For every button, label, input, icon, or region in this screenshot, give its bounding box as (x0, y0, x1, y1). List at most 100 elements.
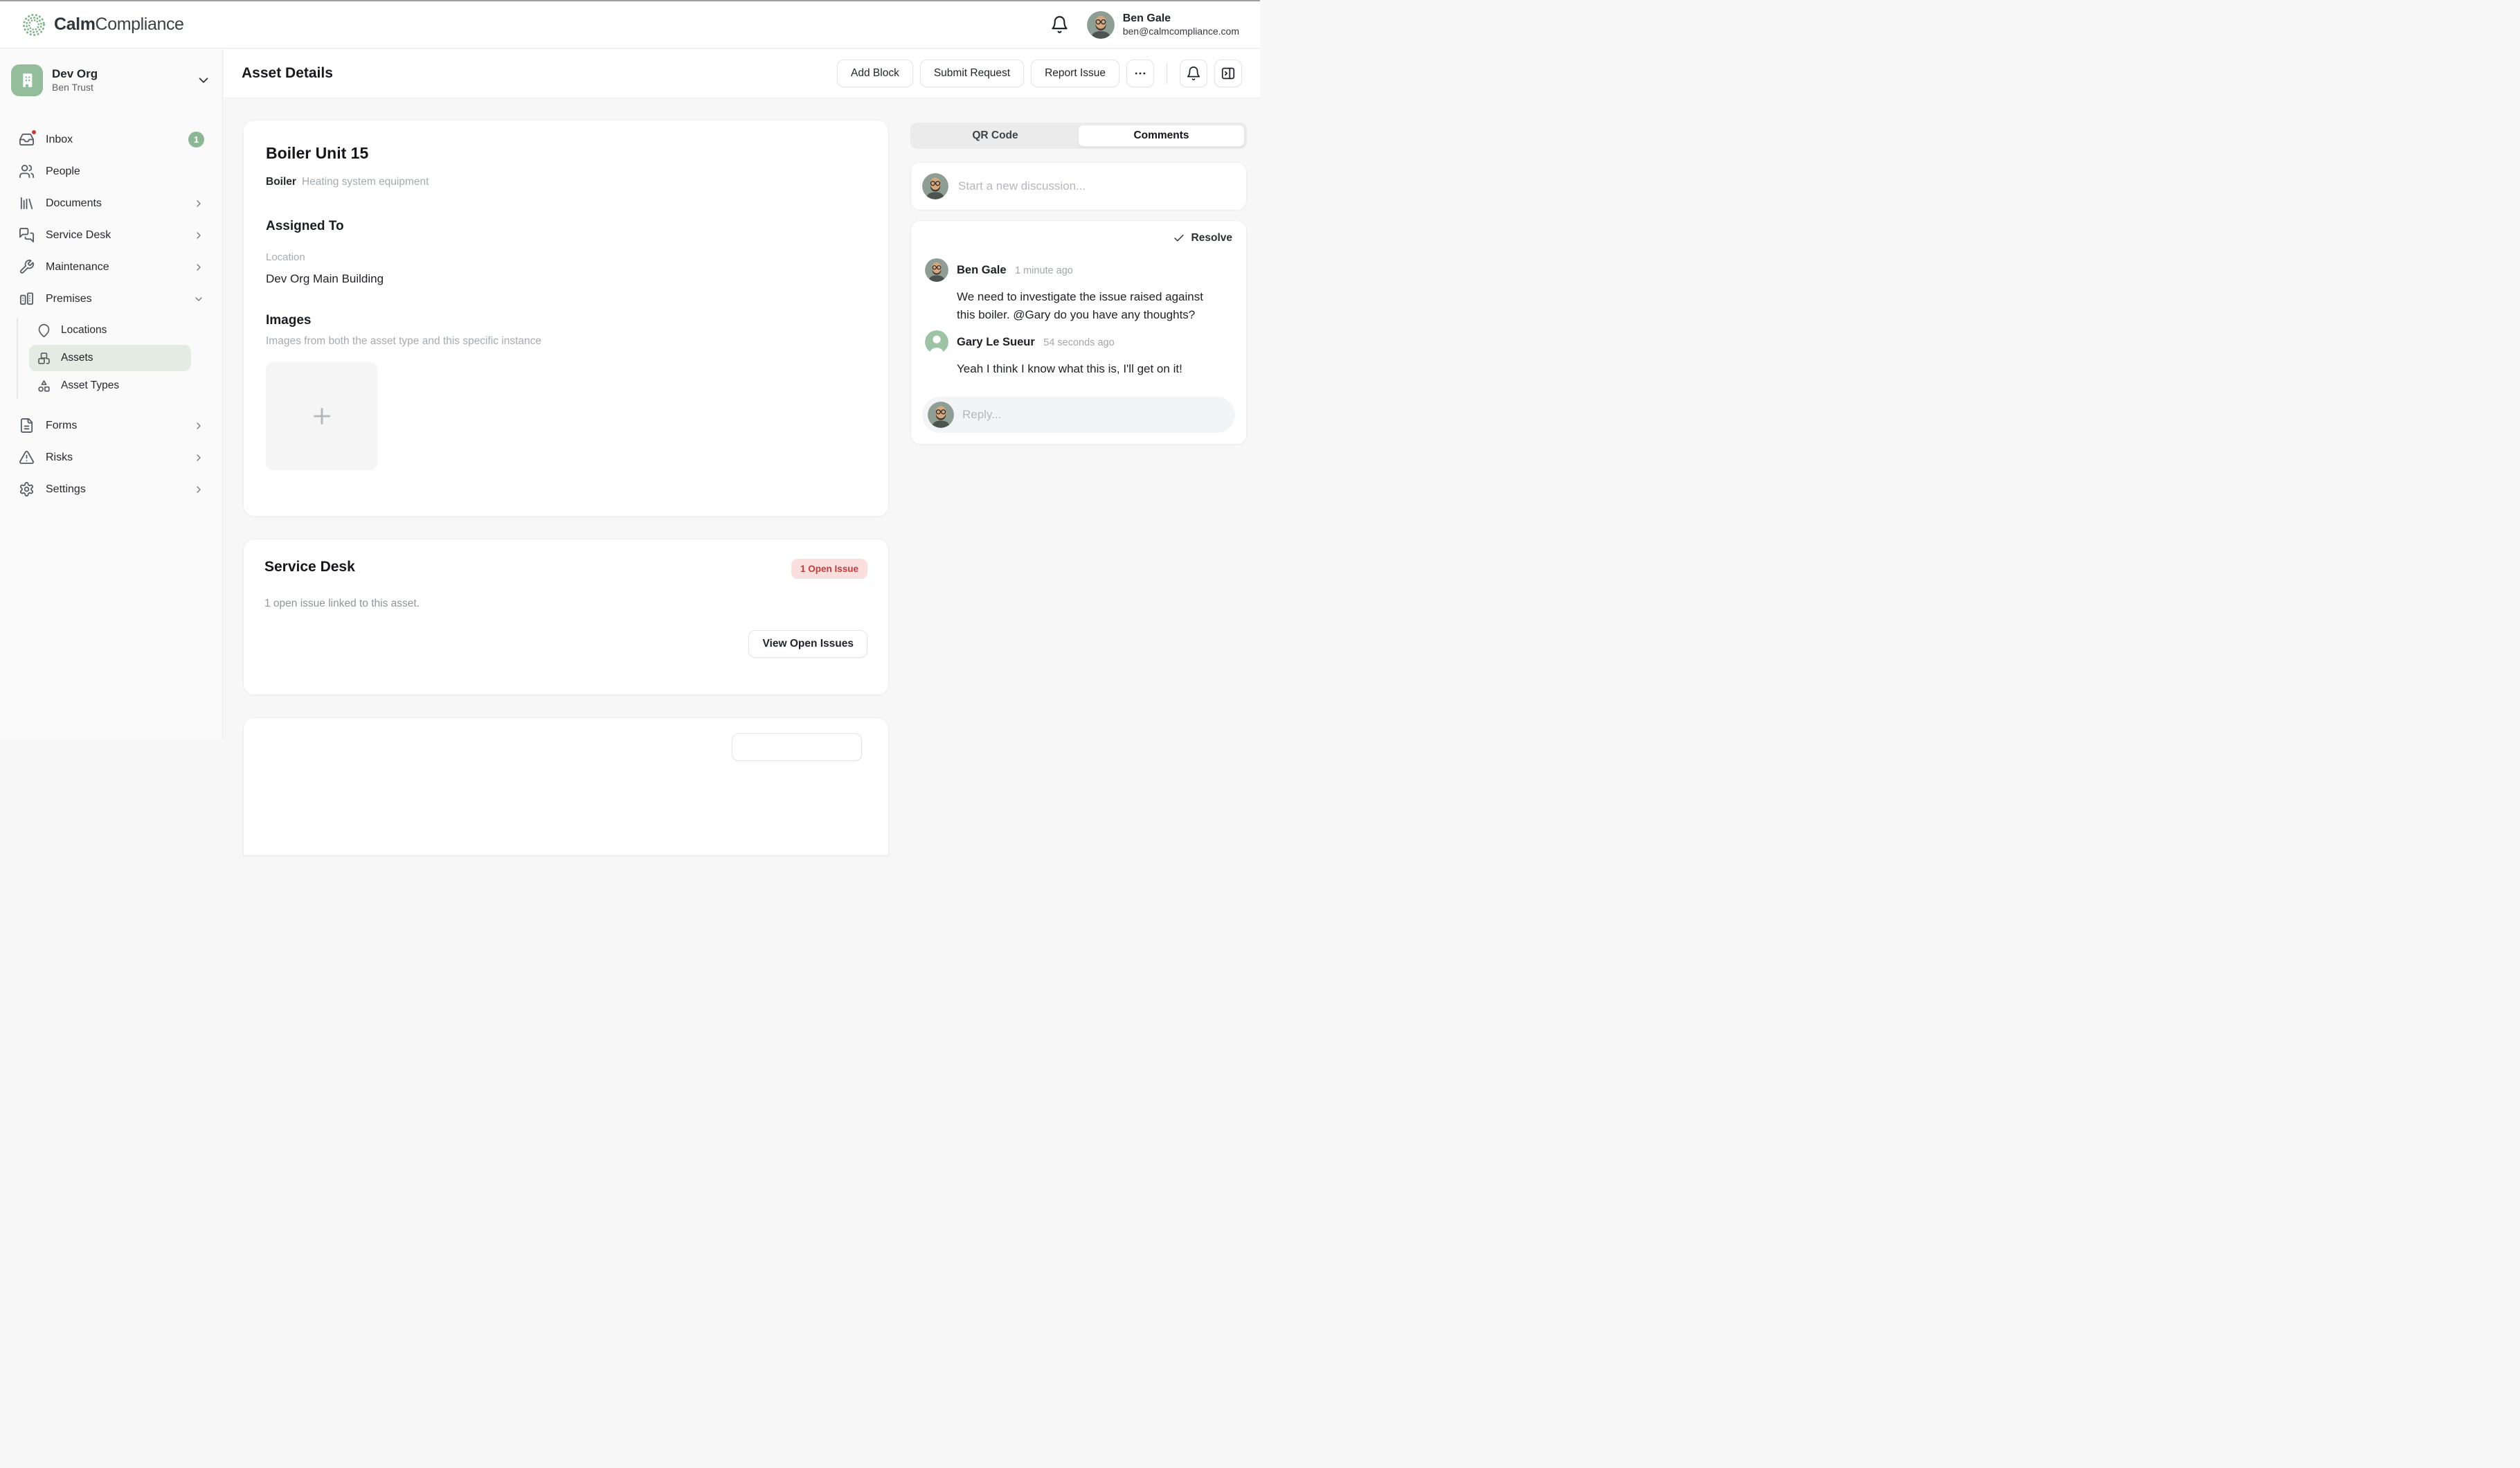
sidebar-item-label: Settings (46, 483, 182, 496)
chevron-right-icon (193, 420, 204, 431)
sidebar-item-premises[interactable]: Premises (11, 283, 211, 314)
comment-author-row: Ben Gale 1 minute ago (925, 258, 1232, 282)
open-issue-summary: 1 open issue linked to this asset. (264, 598, 867, 610)
sidebar-item-assets[interactable]: Assets (29, 345, 191, 371)
inbox-icon (18, 132, 35, 148)
comment-text: Yeah I think I know what this is, I'll g… (957, 360, 1232, 378)
plus-icon (309, 404, 334, 429)
images-heading: Images (266, 313, 866, 328)
wrench-icon (18, 259, 35, 276)
tab-comments[interactable]: Comments (1078, 125, 1245, 147)
view-open-issues-button[interactable]: View Open Issues (748, 630, 867, 658)
comment-author-row: Gary Le Sueur 54 seconds ago (925, 330, 1232, 354)
panel-right-icon (1221, 66, 1236, 81)
app-header: CalmCompliance Ben Gale ben@calmcomplian… (0, 1, 1260, 48)
org-subtitle: Ben Trust (52, 81, 187, 93)
more-options-icon (1133, 66, 1147, 80)
app-window: CalmCompliance Ben Gale ben@calmcomplian… (0, 0, 1260, 740)
sidebar-item-label: Locations (61, 324, 184, 337)
sidebar-item-risks[interactable]: Risks (11, 442, 211, 473)
org-avatar (11, 64, 43, 96)
assigned-to-heading: Assigned To (266, 219, 866, 234)
gear-icon (18, 481, 35, 498)
building-icon (18, 71, 36, 89)
resolve-button[interactable]: Resolve (925, 232, 1232, 244)
sidebar-item-inbox[interactable]: Inbox 1 (11, 124, 211, 155)
unread-dot (30, 129, 37, 136)
report-issue-button[interactable]: Report Issue (1031, 60, 1119, 87)
chevron-right-icon (193, 484, 204, 495)
chevron-down-icon (196, 73, 211, 88)
user-name: Ben Gale (1123, 12, 1239, 26)
brand-name-bold: Calm (54, 15, 96, 34)
comment-author-name: Ben Gale (957, 264, 1007, 276)
comment-text: We need to investigate the issue raised … (957, 288, 1203, 323)
submit-request-button[interactable]: Submit Request (920, 60, 1024, 87)
current-user-avatar (922, 173, 948, 199)
map-pin-icon (36, 323, 51, 338)
comment-author-avatar (925, 330, 948, 354)
toggle-side-panel-button[interactable] (1214, 60, 1242, 87)
partial-card-button[interactable] (732, 733, 862, 761)
org-switcher[interactable]: Dev Org Ben Trust (11, 64, 211, 96)
comment-author-name: Gary Le Sueur (957, 336, 1035, 348)
sidebar-item-settings[interactable]: Settings (11, 474, 211, 505)
page-title: Asset Details (242, 65, 333, 82)
comment-timestamp: 54 seconds ago (1043, 337, 1114, 348)
brand-name: CalmCompliance (54, 15, 184, 35)
user-avatar (1087, 11, 1115, 39)
shapes-icon (36, 378, 51, 393)
add-image-tile[interactable] (266, 362, 377, 470)
chat-bubbles-icon (18, 227, 35, 244)
comment-author-avatar (925, 258, 948, 282)
new-discussion-card (910, 162, 1247, 211)
cards-column: Boiler Unit 15 Boiler Heating system equi… (243, 120, 889, 856)
asset-details-card: Boiler Unit 15 Boiler Heating system equi… (243, 120, 889, 517)
add-block-button[interactable]: Add Block (837, 60, 913, 87)
sidebar-item-asset-types[interactable]: Asset Types (29, 373, 191, 399)
sidebar-item-service-desk[interactable]: Service Desk (11, 220, 211, 251)
sidebar-item-label: Documents (46, 197, 182, 210)
sidebar-item-locations[interactable]: Locations (29, 317, 191, 343)
sidebar-item-people[interactable]: People (11, 156, 211, 187)
page-header: Asset Details Add Block Submit Request R… (224, 49, 1260, 98)
sidebar-item-maintenance[interactable]: Maintenance (11, 251, 211, 283)
service-desk-heading: Service Desk (264, 559, 355, 575)
app-logo: CalmCompliance (21, 12, 184, 38)
form-document-icon (18, 418, 35, 434)
more-options-button[interactable] (1126, 60, 1154, 87)
sidebar-item-forms[interactable]: Forms (11, 410, 211, 441)
sidebar-item-documents[interactable]: Documents (11, 188, 211, 219)
asset-title: Boiler Unit 15 (266, 144, 866, 163)
user-menu[interactable]: Ben Gale ben@calmcompliance.com (1087, 11, 1239, 39)
reply-input[interactable] (962, 408, 1230, 422)
current-user-avatar (928, 402, 954, 428)
premises-subnav: Locations Assets (0, 315, 222, 402)
page-notifications-button[interactable] (1180, 60, 1207, 87)
brand-name-light: Compliance (96, 15, 184, 34)
sidebar-item-label: Forms (46, 420, 182, 432)
open-issue-badge: 1 Open Issue (791, 559, 867, 579)
chevron-right-icon (193, 198, 204, 209)
tab-qr-code[interactable]: QR Code (912, 125, 1078, 147)
chevron-down-icon (193, 294, 204, 305)
location-value: Dev Org Main Building (266, 272, 866, 286)
sidebar-item-label: Premises (46, 293, 182, 305)
side-panel: QR Code Comments Resolve (910, 123, 1247, 445)
sidebar: Dev Org Ben Trust Inbox 1 (0, 49, 223, 740)
people-icon (18, 163, 35, 180)
asset-type-description: Heating system equipment (302, 176, 429, 188)
service-desk-card: Service Desk 1 Open Issue 1 open issue l… (243, 539, 889, 695)
org-name: Dev Org (52, 67, 187, 81)
check-icon (1173, 232, 1185, 244)
notifications-bell-icon[interactable] (1050, 15, 1070, 35)
sidebar-item-label: Service Desk (46, 229, 182, 242)
bell-icon (1186, 66, 1201, 81)
comment-timestamp: 1 minute ago (1015, 265, 1073, 276)
sidebar-item-label: Inbox (46, 134, 177, 146)
reply-bar (922, 397, 1235, 433)
library-icon (18, 195, 35, 212)
asset-type: Boiler (266, 176, 296, 188)
chevron-right-icon (193, 262, 204, 273)
new-discussion-input[interactable] (958, 179, 1235, 193)
